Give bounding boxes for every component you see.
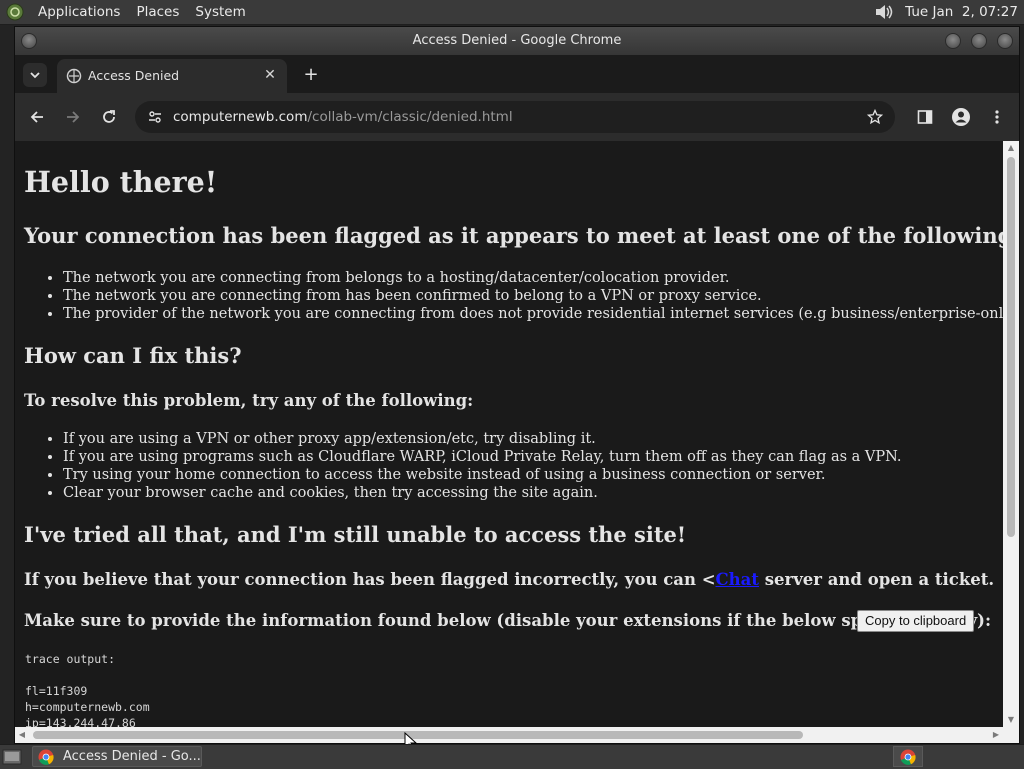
reload-button[interactable] [97,105,121,129]
window-title: Access Denied - Google Chrome [412,33,622,48]
site-info-button[interactable] [143,105,167,129]
list-item: The provider of the network you are conn… [63,305,1003,323]
criteria-list: The network you are connecting from belo… [23,269,1003,323]
bookmark-button[interactable] [863,105,887,129]
back-button[interactable] [25,105,49,129]
provide-info-text: Make sure to provide the information fou… [24,611,992,630]
profile-button[interactable] [949,105,973,129]
still-unable-heading: I've tried all that, and I'm still unabl… [24,522,687,547]
tab-strip: Access Denied ✕ + [15,55,1019,93]
maximize-button[interactable] [971,33,987,49]
scroll-up-arrow-icon[interactable]: ▲ [1003,141,1019,155]
fix-heading: How can I fix this? [24,343,242,368]
list-item: Try using your home connection to access… [63,466,1003,484]
scroll-right-arrow-icon[interactable]: ▶ [989,727,1003,743]
criteria-heading: Your connection has been flagged as it a… [24,223,1003,248]
tab-access-denied[interactable]: Access Denied ✕ [57,59,287,93]
forward-button[interactable] [61,105,85,129]
list-item: If you are using programs such as Cloudf… [63,448,1003,466]
scroll-corner [1003,727,1019,743]
url-text[interactable]: computernewb.com/collab-vm/classic/denie… [173,109,513,125]
tab-close-icon[interactable]: ✕ [261,66,279,84]
more-vert-icon [995,110,999,124]
speaker-icon[interactable] [873,3,895,21]
flagged-incorrectly-text: If you believe that your connection has … [24,570,994,589]
scroll-down-arrow-icon[interactable]: ▼ [1003,713,1019,727]
list-item: The network you are connecting from has … [63,287,1003,305]
chrome-icon [900,749,916,765]
star-icon [867,109,883,125]
bottom-taskbar: Access Denied - Go... [0,744,1024,769]
list-item: The network you are connecting from belo… [63,269,1003,287]
page-title: Hello there! [24,165,218,199]
page-viewport: Hello there! Your connection has been fl… [15,141,1003,727]
chevron-down-icon [30,72,40,79]
close-window-button[interactable] [997,33,1013,49]
arrow-left-icon [30,111,43,123]
show-desktop-icon[interactable] [2,748,22,766]
new-tab-button[interactable]: + [299,63,323,87]
browser-window: Access Denied - Google Chrome Access Den… [14,26,1020,744]
url-path: /collab-vm/classic/denied.html [307,109,513,125]
reload-icon [103,110,115,123]
clock[interactable]: Tue Jan 2, 07:27 [905,4,1018,20]
window-menu-button[interactable] [21,33,37,49]
top-panel: Applications Places System Tue Jan 2, 07… [0,0,1024,25]
list-item: If you are using a VPN or other proxy ap… [63,430,1003,448]
tab-title: Access Denied [88,68,180,83]
tune-icon [149,111,161,123]
url-host: computernewb.com [173,109,308,125]
menu-places[interactable]: Places [134,4,181,20]
side-panel-button[interactable] [913,105,937,129]
chrome-icon [38,749,54,765]
trace-output: trace output: fl=11f309 h=computernewb.c… [25,652,150,727]
workspace-switcher[interactable] [893,746,923,767]
taskbar-item-chrome[interactable]: Access Denied - Go... [32,746,202,767]
minimize-button[interactable] [945,33,961,49]
side-panel-icon [917,110,933,124]
vertical-scroll-thumb[interactable] [1007,157,1015,537]
resolve-heading: To resolve this problem, try any of the … [24,391,474,410]
chat-link[interactable]: Chat [716,570,759,589]
list-item: Clear your browser cache and cookies, th… [63,484,1003,502]
page-favicon-icon [66,68,82,84]
flagged-suffix: server and open a ticket. [758,570,995,589]
address-bar[interactable]: computernewb.com/collab-vm/classic/denie… [135,101,895,133]
copy-to-clipboard-button[interactable]: Copy to clipboard [857,610,975,632]
horizontal-scroll-thumb[interactable] [33,731,803,739]
taskbar-item-label: Access Denied - Go... [63,749,201,764]
scroll-left-arrow-icon[interactable]: ◀ [15,727,29,743]
fix-list: If you are using a VPN or other proxy ap… [23,430,1003,502]
vertical-scrollbar[interactable]: ▲ ▼ [1003,141,1019,727]
horizontal-scrollbar[interactable]: ◀ ▶ [15,727,1003,743]
window-titlebar[interactable]: Access Denied - Google Chrome [15,27,1019,55]
tab-search-button[interactable] [23,63,47,87]
mate-logo-icon[interactable] [6,3,24,21]
chrome-menu-button[interactable] [985,105,1009,129]
menu-system[interactable]: System [193,4,247,20]
browser-toolbar: computernewb.com/collab-vm/classic/denie… [15,93,1019,141]
arrow-right-icon [67,111,80,123]
profile-icon [952,108,970,126]
flagged-prefix: If you believe that your connection has … [24,570,716,589]
menu-applications[interactable]: Applications [36,4,122,20]
